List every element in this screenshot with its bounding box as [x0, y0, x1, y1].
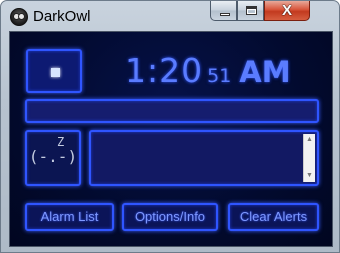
clock-hours-minutes: 1:20: [125, 51, 204, 90]
status-bar: [25, 99, 319, 123]
maximize-icon: [246, 6, 257, 15]
owl-app-icon[interactable]: [10, 8, 28, 26]
message-area[interactable]: ▲ ▼: [89, 130, 319, 186]
app-window: DarkOwl X 1:20 51 AM Z (-.-) ▲ ▼ Alarm L…: [0, 0, 340, 253]
title-bar[interactable]: DarkOwl X: [1, 1, 339, 31]
close-button[interactable]: X: [264, 1, 310, 21]
minimize-icon: [220, 13, 230, 16]
window-title: DarkOwl: [33, 8, 91, 25]
clear-alerts-button[interactable]: Clear Alerts: [228, 203, 319, 231]
close-icon: X: [281, 2, 292, 19]
clock-seconds: 51: [207, 65, 232, 87]
scroll-up-icon[interactable]: ▲: [306, 136, 313, 144]
scroll-down-icon[interactable]: ▼: [306, 172, 313, 180]
message-scrollbar[interactable]: ▲ ▼: [303, 134, 315, 182]
alarm-list-button[interactable]: Alarm List: [25, 203, 114, 231]
sleeping-owl-face: (-.-): [28, 147, 78, 166]
clock-display: 1:20 51 AM: [125, 51, 291, 90]
stop-icon: [51, 68, 60, 77]
caption-buttons: X: [210, 1, 334, 22]
maximize-button[interactable]: [237, 1, 264, 21]
client-area: 1:20 51 AM Z (-.-) ▲ ▼ Alarm List Options/…: [9, 31, 333, 247]
minimize-button[interactable]: [210, 1, 237, 21]
stop-button[interactable]: [26, 49, 82, 93]
options-info-button[interactable]: Options/Info: [122, 203, 218, 231]
owl-status-box: Z (-.-): [25, 130, 81, 186]
clock-ampm: AM: [239, 55, 291, 89]
